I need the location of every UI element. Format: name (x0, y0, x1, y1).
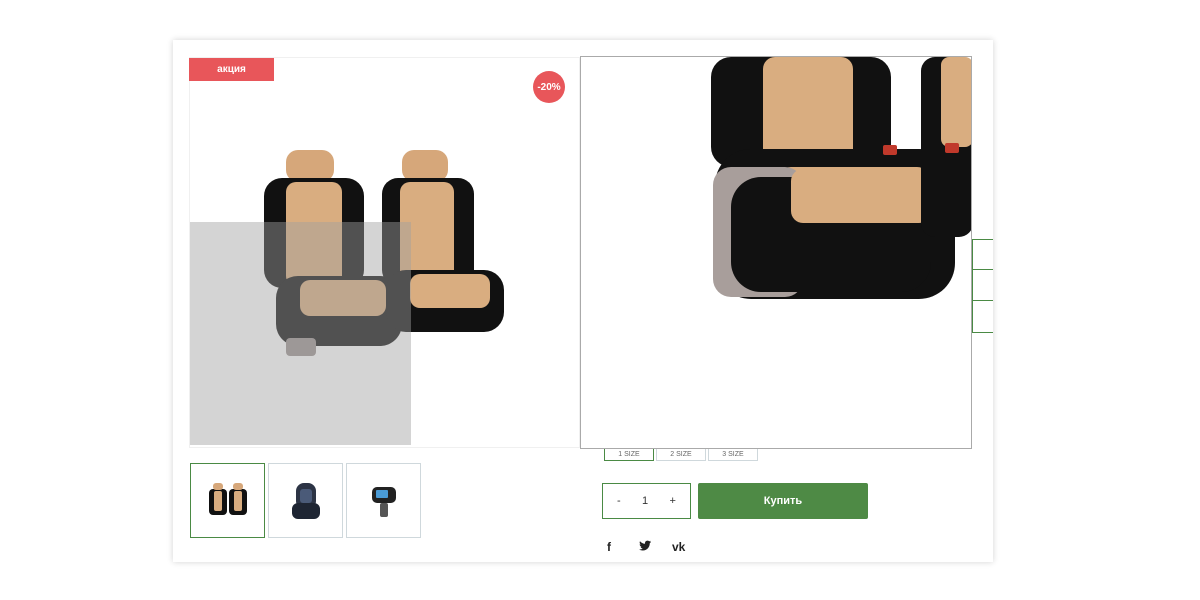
fm-transmitter-thumb-icon (371, 486, 396, 517)
promo-badge: акция (189, 58, 274, 81)
size-option-2[interactable]: 2 SIZE (656, 448, 706, 461)
quantity-stepper: - 1 + (602, 483, 691, 519)
zoom-lens[interactable] (190, 222, 411, 445)
vk-icon[interactable]: vk (672, 540, 685, 554)
thumbnail-fm-transmitter[interactable] (346, 463, 421, 538)
seat-covers-thumb-icon (208, 482, 247, 515)
thumbnail-child-seat[interactable] (268, 463, 343, 538)
discount-badge: -20% (533, 71, 565, 103)
option-line-2 (972, 269, 993, 270)
twitter-icon[interactable] (639, 540, 651, 554)
child-seat-thumb-icon (291, 482, 320, 519)
quantity-decrease-button[interactable]: - (617, 495, 621, 507)
option-line-1 (972, 239, 993, 240)
buy-button[interactable]: Купить (698, 483, 868, 519)
quantity-increase-button[interactable]: + (670, 495, 676, 507)
size-option-3[interactable]: 3 SIZE (708, 448, 758, 461)
option-line-4 (972, 332, 993, 333)
zoom-pane (580, 56, 972, 449)
option-line-3 (972, 300, 993, 301)
option-border (972, 239, 973, 332)
thumbnail-seat-covers[interactable] (190, 463, 265, 538)
facebook-icon[interactable]: f (607, 540, 611, 554)
size-option-1[interactable]: 1 SIZE (604, 448, 654, 461)
quantity-value[interactable]: 1 (642, 495, 648, 507)
zoomed-seat-image (711, 57, 971, 299)
